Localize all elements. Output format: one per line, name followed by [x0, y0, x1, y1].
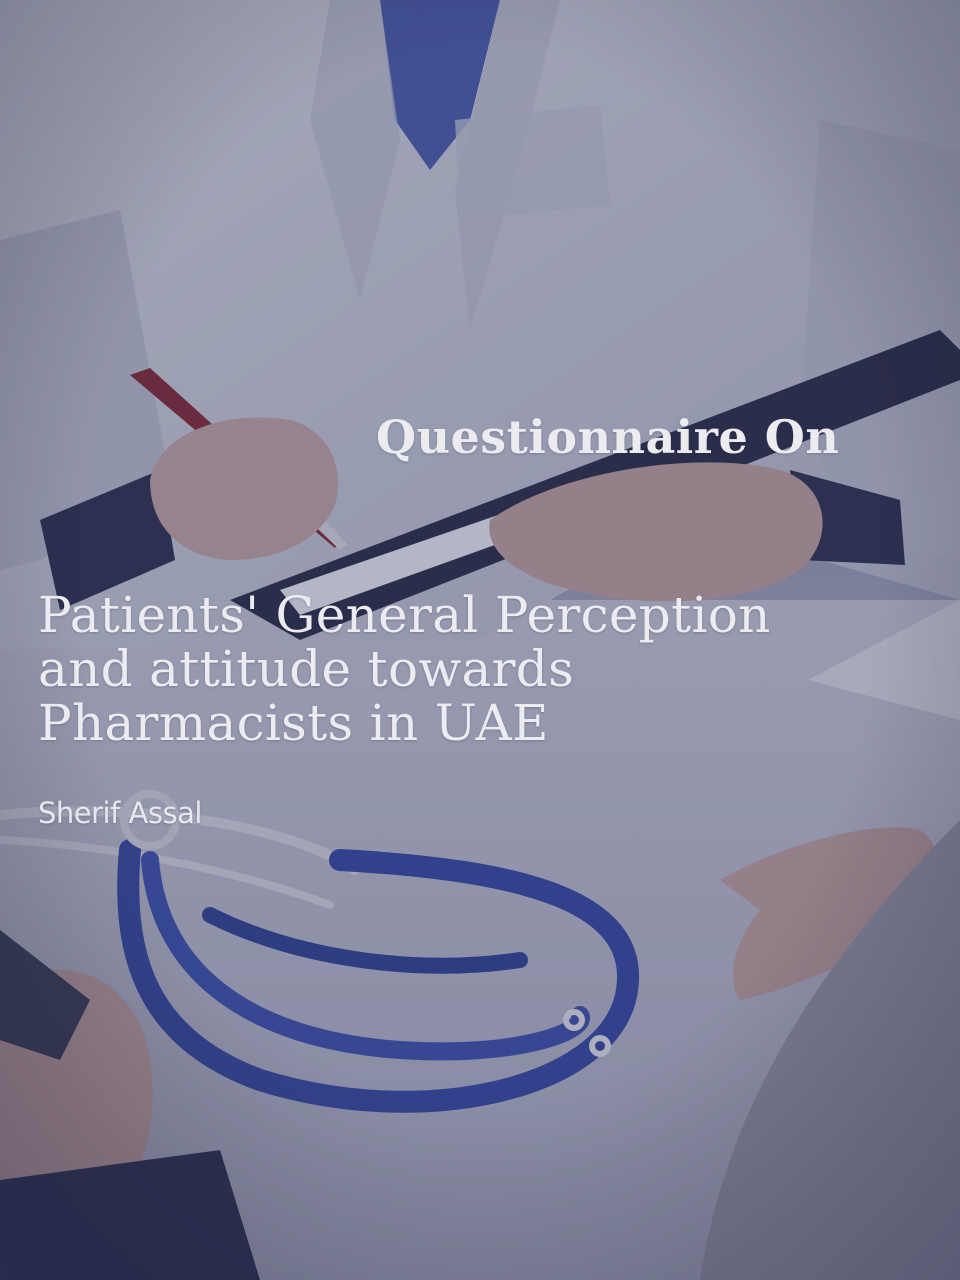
cover-page: Questionnaire On Patients' General Perce… — [0, 0, 960, 1280]
title-line-2: and attitude towards — [38, 640, 575, 698]
main-title: Patients' General Perception and attitud… — [38, 588, 918, 750]
title-line-1: Patients' General Perception — [38, 586, 771, 644]
author-name: Sherif Assal — [38, 796, 202, 830]
heading: Questionnaire On — [376, 410, 840, 464]
title-line-3: Pharmacists in UAE — [38, 694, 549, 752]
